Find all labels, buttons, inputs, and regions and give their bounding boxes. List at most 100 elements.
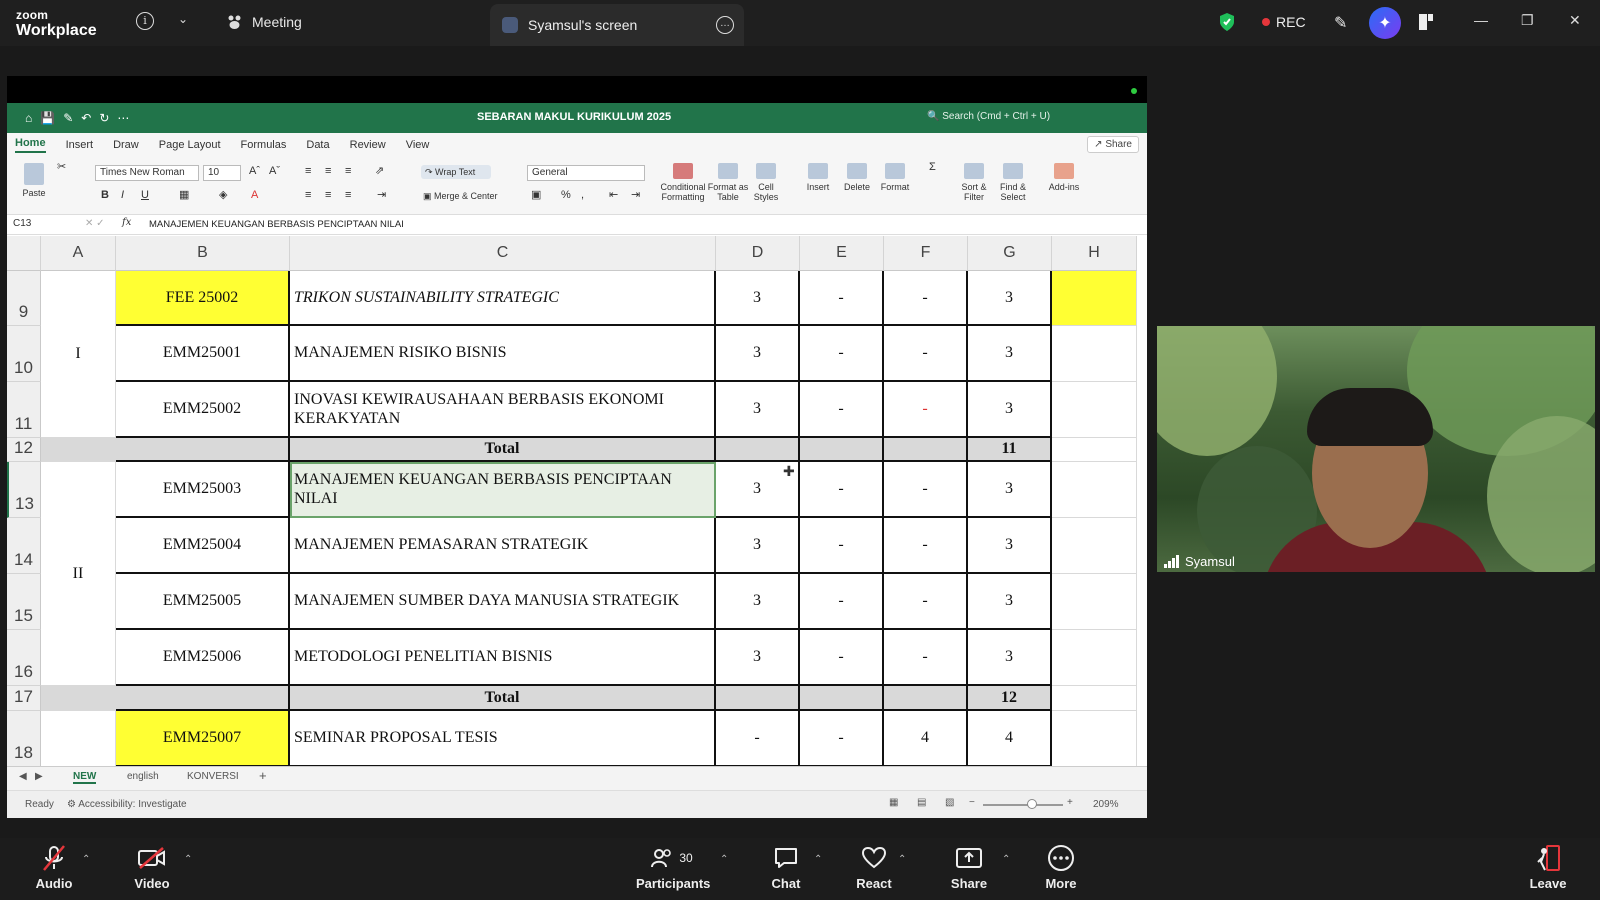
table-cell[interactable] [884,438,968,462]
increase-decimal-icon[interactable]: ⇤ [609,189,618,202]
row-header[interactable]: 11 [7,382,41,438]
total-g-cell[interactable]: 3 [968,382,1052,438]
table-cell[interactable] [1052,271,1137,326]
credit-e-cell[interactable]: - [800,630,884,686]
page-layout-view-icon[interactable]: ▤ [917,797,926,808]
table-cell[interactable] [800,686,884,711]
credit-f-cell[interactable]: 4 [884,711,968,766]
audio-options-caret-icon[interactable]: ⌃ [82,854,90,865]
comma-icon[interactable]: , [581,189,584,202]
zoom-slider[interactable] [983,799,1063,809]
course-name-cell[interactable]: MANAJEMEN SUMBER DAYA MANUSIA STRATEGIK [290,574,716,630]
more-options-icon[interactable]: … [716,16,734,34]
table-cell[interactable] [1052,462,1137,518]
credit-d-cell[interactable]: 3 [716,630,800,686]
course-code-cell[interactable]: FEE 25002 [116,271,290,326]
sort-filter-button[interactable]: Sort & Filter [959,163,989,203]
selected-course-name-cell[interactable]: MANAJEMEN KEUANGAN BERBASIS PENCIPTAAN N… [290,462,716,518]
course-name-cell[interactable]: INOVASI KEWIRAUSAHAAN BERBASIS EKONOMI K… [290,382,716,438]
underline-icon[interactable]: U [141,189,149,202]
tab-home[interactable]: Home [15,137,46,153]
participants-button[interactable]: 30 Participants [636,844,710,891]
credit-f-cell[interactable]: - [884,382,968,438]
tab-data[interactable]: Data [306,139,329,151]
conditional-formatting-button[interactable]: Conditional Formatting [659,163,707,203]
minimize-icon[interactable]: — [1474,12,1488,28]
bold-icon[interactable]: B [101,189,109,202]
align-left-icon[interactable]: ≡ [305,189,311,202]
table-cell[interactable] [1052,518,1137,574]
find-select-button[interactable]: Find & Select [995,163,1031,203]
total-g-cell[interactable]: 3 [968,271,1052,326]
course-name-cell[interactable]: MANAJEMEN RISIKO BISNIS [290,326,716,382]
row-header[interactable]: 12 [7,438,41,462]
align-bottom-icon[interactable]: ≡ [345,165,351,178]
sheet-tab-english[interactable]: english [127,771,159,782]
autosum-icon[interactable]: Σ [929,161,936,174]
redo-icon[interactable]: ↻ [99,111,109,125]
participant-video-tile[interactable]: Syamsul [1157,326,1595,572]
wrap-text-button[interactable]: ↷ Wrap Text [421,165,491,180]
cell-styles-button[interactable]: Cell Styles [751,163,781,203]
credit-f-cell[interactable]: - [884,518,968,574]
row-header[interactable]: 16 [7,630,41,686]
security-shield-icon[interactable] [1218,12,1236,32]
credit-d-cell[interactable]: 3 [716,271,800,326]
react-button[interactable]: React [854,844,894,891]
table-cell[interactable] [41,438,116,462]
function-icon[interactable]: fx [122,217,131,228]
course-code-cell[interactable]: EMM25007 [116,711,290,766]
column-header-c[interactable]: C [290,236,716,271]
table-cell[interactable] [1052,438,1137,462]
align-top-icon[interactable]: ≡ [305,165,311,178]
total-label-cell[interactable]: Total [290,686,716,711]
row-header[interactable]: 9 [7,271,41,326]
cut-icon[interactable]: ✂ [57,161,66,174]
table-cell[interactable] [716,686,800,711]
format-cells-button[interactable]: Format [879,163,911,192]
react-options-caret-icon[interactable]: ⌃ [898,854,906,865]
credit-f-cell[interactable]: - [884,574,968,630]
table-cell[interactable] [116,686,290,711]
sheet-tab-konversi[interactable]: KONVERSI [187,771,239,782]
video-options-caret-icon[interactable]: ⌃ [184,854,192,865]
tab-page-layout[interactable]: Page Layout [159,139,221,151]
group-label-cell[interactable]: I [41,271,116,438]
add-sheet-icon[interactable]: + [259,768,267,783]
audio-button[interactable]: Audio [34,844,74,891]
course-name-cell[interactable]: MANAJEMEN PEMASARAN STRATEGIK [290,518,716,574]
orientation-icon[interactable]: ⇗ [375,165,384,178]
more-icon[interactable]: ⋯ [117,111,129,125]
merge-center-button[interactable]: ▣ Merge & Center [423,191,498,201]
credit-e-cell[interactable]: - [800,382,884,438]
sheet-tab-new[interactable]: NEW [73,771,97,784]
ai-companion-icon[interactable]: ✦ [1369,7,1401,39]
credit-f-cell[interactable]: - [884,271,968,326]
column-header-h[interactable]: H [1052,236,1137,271]
formula-cancel-confirm-icons[interactable]: ✕ ✓ [85,218,105,229]
table-cell[interactable] [1052,686,1137,711]
credit-f-cell[interactable]: - [884,462,968,518]
total-value-cell[interactable]: 12 [968,686,1052,711]
credit-d-cell[interactable]: - [716,711,800,766]
credit-d-cell[interactable]: 3 [716,518,800,574]
total-g-cell[interactable]: 3 [968,326,1052,382]
total-g-cell[interactable]: 3 [968,630,1052,686]
credit-e-cell[interactable]: - [800,574,884,630]
align-middle-icon[interactable]: ≡ [325,165,331,178]
table-cell[interactable] [41,686,116,711]
screen-share-tab[interactable]: Syamsul's screen … [490,4,744,46]
apps-icon[interactable] [1418,13,1434,31]
borders-icon[interactable]: ▦ [179,189,189,202]
accessibility-status[interactable]: ⚙ Accessibility: Investigate [67,799,187,810]
sheet-next-icon[interactable]: ▶ [35,771,43,782]
font-shrink-icon[interactable]: Aˇ [269,165,280,178]
credit-e-cell[interactable]: - [800,462,884,518]
align-right-icon[interactable]: ≡ [345,189,351,202]
column-header-b[interactable]: B [116,236,290,271]
course-code-cell[interactable]: EMM25001 [116,326,290,382]
course-name-cell[interactable]: SEMINAR PROPOSAL TESIS [290,711,716,766]
delete-cells-button[interactable]: Delete [841,163,873,192]
recording-indicator[interactable]: REC [1262,14,1306,30]
row-header[interactable]: 17 [7,686,41,711]
